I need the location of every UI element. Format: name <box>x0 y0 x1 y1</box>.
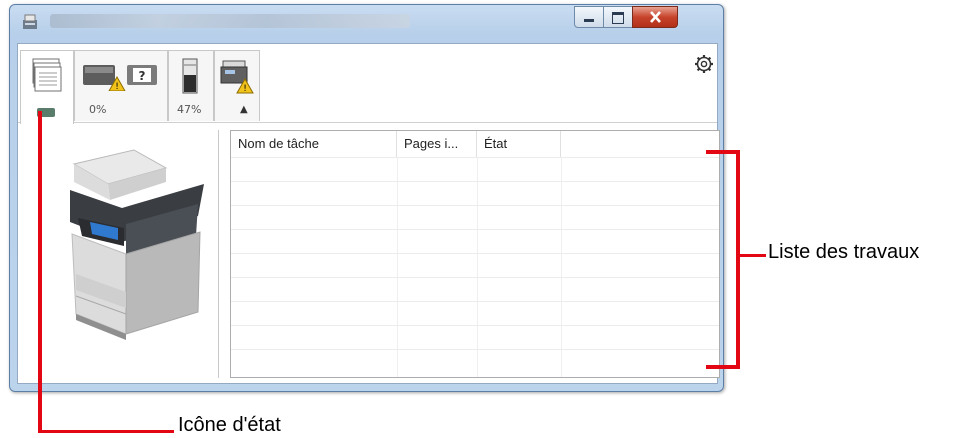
panel-divider[interactable] <box>218 130 219 378</box>
table-row[interactable] <box>231 205 719 230</box>
column-header-status[interactable]: État <box>477 131 561 157</box>
job-list-bracket <box>736 150 740 369</box>
title-bar[interactable] <box>10 5 723 43</box>
job-list-leader <box>740 254 766 257</box>
gear-icon[interactable] <box>694 54 714 74</box>
window-title <box>50 14 410 28</box>
status-icon-leader-vertical <box>38 111 42 433</box>
job-list-bracket-top <box>706 150 740 154</box>
table-row[interactable] <box>231 277 719 302</box>
toner-percent: 0% <box>89 103 107 116</box>
collapse-tabs-button[interactable]: ▲ <box>240 104 248 115</box>
svg-text:?: ? <box>139 69 146 83</box>
minimize-icon <box>584 19 594 22</box>
job-list-table: Nom de tâche Pages i... État <box>230 130 720 378</box>
status-icon-leader-horizontal <box>38 430 174 433</box>
table-row[interactable] <box>231 157 719 182</box>
printer-image <box>70 149 204 340</box>
status-icon-callout: Icône d'état <box>178 414 281 436</box>
close-button[interactable] <box>632 6 678 28</box>
tab-toner[interactable]: ! ? 0% <box>74 50 168 121</box>
tab-paper[interactable]: 47% <box>168 50 214 121</box>
client-area: ! ? 0% 47% ! ▲ Nom de tâche Pages i... É… <box>17 43 720 384</box>
tab-device[interactable]: ! <box>214 50 260 121</box>
table-row[interactable] <box>231 253 719 278</box>
table-row[interactable] <box>231 181 719 206</box>
job-list-callout: Liste des travaux <box>768 241 920 263</box>
paper-level-icon <box>182 58 198 94</box>
status-monitor-window: ! ? 0% 47% ! ▲ Nom de tâche Pages i... É… <box>9 4 724 392</box>
svg-text:!: ! <box>243 84 247 94</box>
table-row[interactable] <box>231 349 719 374</box>
minimize-button[interactable] <box>574 6 604 28</box>
table-row[interactable] <box>231 229 719 254</box>
job-list-bracket-bottom <box>706 365 740 369</box>
column-header-pages[interactable]: Pages i... <box>397 131 477 157</box>
table-row[interactable] <box>231 301 719 326</box>
device-warning-icon: ! <box>220 60 254 94</box>
paper-percent: 47% <box>177 103 202 116</box>
close-icon <box>650 11 661 23</box>
maximize-button[interactable] <box>603 6 633 28</box>
tab-strip: ! ? 0% 47% ! ▲ <box>18 44 717 124</box>
maximize-icon <box>612 12 624 24</box>
column-header-job-name[interactable]: Nom de tâche <box>231 131 397 157</box>
svg-text:!: ! <box>115 82 119 91</box>
document-stack-icon <box>32 58 62 92</box>
toner-warning-icon: ! ? <box>83 65 157 91</box>
tab-jobs[interactable] <box>20 50 74 124</box>
table-row[interactable] <box>231 325 719 350</box>
column-header-blank[interactable] <box>561 131 719 157</box>
app-icon <box>23 14 37 29</box>
